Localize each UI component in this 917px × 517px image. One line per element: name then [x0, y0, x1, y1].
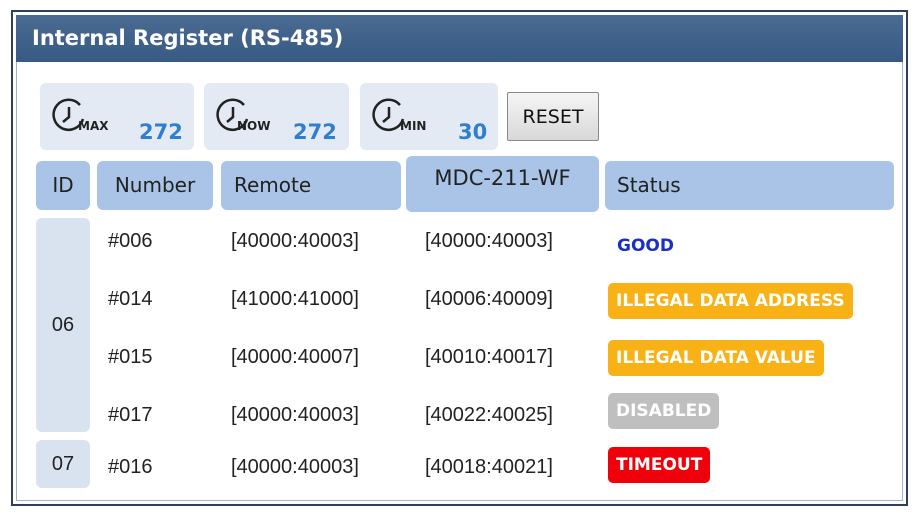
now-value: 272 — [293, 120, 337, 144]
panel-title: Internal Register (RS-485) — [16, 15, 903, 62]
status-badge-illegal-address: ILLEGAL DATA ADDRESS — [608, 283, 853, 319]
row-number: #014 — [108, 288, 153, 310]
row-remote-range: [41000:41000] — [231, 288, 359, 310]
row-number: #015 — [108, 346, 153, 368]
row-number: #016 — [108, 456, 153, 478]
group-id-cell: 07 — [36, 440, 90, 488]
row-number: #006 — [108, 230, 153, 252]
column-header-number: Number — [97, 161, 213, 210]
now-label: NOW — [237, 119, 271, 133]
row-device-range: [40006:40009] — [425, 288, 553, 310]
max-value: 272 — [139, 120, 183, 144]
status-badge-timeout: TIMEOUT — [608, 447, 711, 483]
row-device-range: [40022:40025] — [425, 404, 553, 426]
now-counter: NOW 272 — [204, 83, 349, 150]
status-badge-illegal-value: ILLEGAL DATA VALUE — [608, 340, 824, 376]
row-device-range: [40018:40021] — [425, 456, 553, 478]
max-counter: MAX 272 — [40, 83, 194, 150]
reset-button[interactable]: RESET — [507, 92, 599, 141]
min-counter: MIN 30 — [360, 83, 498, 150]
row-remote-range: [40000:40003] — [231, 230, 359, 252]
group-id-cell: 06 — [36, 218, 90, 432]
row-device-range: [40000:40003] — [425, 230, 553, 252]
column-header-id: ID — [36, 161, 90, 210]
row-number: #017 — [108, 404, 153, 426]
status-badge-disabled: DISABLED — [608, 393, 720, 429]
column-header-status: Status — [605, 161, 894, 210]
row-device-range: [40010:40017] — [425, 346, 553, 368]
column-header-remote: Remote — [221, 161, 401, 210]
row-remote-range: [40000:40007] — [231, 346, 359, 368]
row-remote-range: [40000:40003] — [231, 404, 359, 426]
min-value: 30 — [458, 120, 488, 144]
status-badge-good: GOOD — [617, 236, 674, 256]
max-label: MAX — [78, 119, 109, 133]
row-remote-range: [40000:40003] — [231, 456, 359, 478]
column-header-device: MDC-211-WF — [406, 156, 599, 212]
min-label: MIN — [400, 119, 427, 133]
